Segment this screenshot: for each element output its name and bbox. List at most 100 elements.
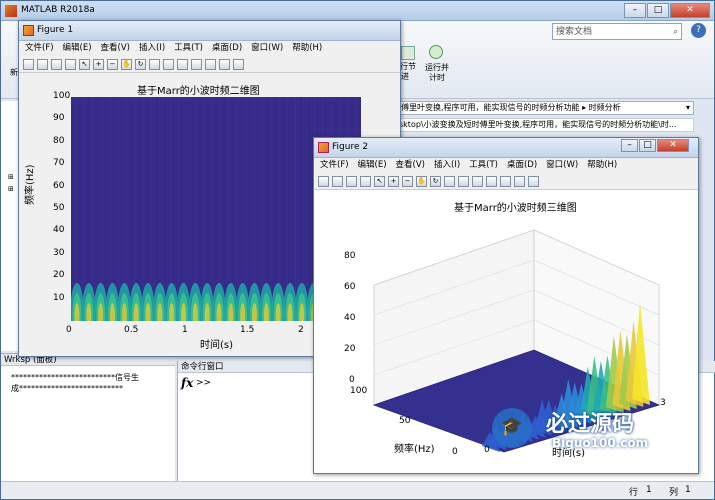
spectrogram-stripe xyxy=(201,97,202,321)
maximize-icon[interactable]: □ xyxy=(639,139,656,152)
spectrogram-stripe xyxy=(95,97,96,321)
rotate-icon[interactable]: ↻ xyxy=(430,175,441,187)
menu-help[interactable]: 帮助(H) xyxy=(292,41,322,56)
save-icon[interactable] xyxy=(346,175,357,187)
figure-icon xyxy=(23,25,34,36)
menu-insert[interactable]: 插入(I) xyxy=(139,41,165,56)
ribbon-new-label[interactable]: 新 xyxy=(10,67,18,78)
brush-icon[interactable] xyxy=(163,58,174,70)
matlab-title-bar: MATLAB R2018a – □ ✕ xyxy=(1,1,714,21)
data-cursor-icon[interactable] xyxy=(444,175,455,187)
spectrogram-stripe xyxy=(295,97,296,321)
spectrogram-stripe xyxy=(247,97,248,321)
zoom-in-icon[interactable]: + xyxy=(388,175,399,187)
menu-tools[interactable]: 工具(T) xyxy=(469,158,498,173)
y-axis-label: 频率(Hz) xyxy=(25,164,36,205)
link-icon[interactable] xyxy=(472,175,483,187)
show-plot-tools-icon[interactable] xyxy=(233,58,244,70)
workspace-panel: Wrksp (面板) **************************信号生… xyxy=(1,353,175,481)
spectrogram-stripe xyxy=(297,97,298,321)
spectrogram-stripe xyxy=(285,97,286,321)
advance-button[interactable]: 进 xyxy=(401,71,409,82)
new-figure-icon[interactable] xyxy=(23,58,34,70)
matlab-window-controls: – □ ✕ xyxy=(623,3,710,18)
z-tick-label: 40 xyxy=(344,313,356,323)
rotate-icon[interactable]: ↻ xyxy=(135,58,146,70)
run-section-icon[interactable] xyxy=(401,46,415,60)
search-icon[interactable]: ⌕ xyxy=(673,24,678,40)
hide-plot-tools-icon[interactable] xyxy=(514,175,525,187)
link-icon[interactable] xyxy=(177,58,188,70)
maximize-icon[interactable]: □ xyxy=(647,3,669,18)
legend-icon[interactable] xyxy=(500,175,511,187)
colorbar-icon[interactable] xyxy=(486,175,497,187)
y-tick-label: 30 xyxy=(53,247,65,258)
figure-icon xyxy=(318,142,329,153)
save-icon[interactable] xyxy=(51,58,62,70)
open-icon[interactable] xyxy=(332,175,343,187)
tree-expand-icon[interactable]: ⊞ xyxy=(8,173,14,181)
minimize-icon[interactable]: – xyxy=(621,139,638,152)
figure2-title-bar: Figure 2 – □ ✕ xyxy=(314,138,698,158)
spectrogram-stripe xyxy=(119,97,120,321)
menu-edit[interactable]: 编辑(E) xyxy=(63,41,92,56)
spectrogram-stripe xyxy=(249,97,250,321)
pan-icon[interactable]: ✋ xyxy=(416,175,427,187)
print-icon[interactable] xyxy=(360,175,371,187)
spectrogram-stripe xyxy=(237,97,238,321)
menu-edit[interactable]: 编辑(E) xyxy=(358,158,387,173)
run-time-icon[interactable] xyxy=(429,45,443,59)
show-plot-tools-icon[interactable] xyxy=(528,175,539,187)
spectrogram-stripe xyxy=(131,97,132,321)
minimize-icon[interactable]: – xyxy=(624,3,646,18)
y-tick-label: 70 xyxy=(53,158,65,169)
brush-icon[interactable] xyxy=(458,175,469,187)
menu-view[interactable]: 查看(V) xyxy=(101,41,130,56)
new-figure-icon[interactable] xyxy=(318,175,329,187)
pan-icon[interactable]: ✋ xyxy=(121,58,132,70)
menu-window[interactable]: 窗口(W) xyxy=(251,41,283,56)
legend-icon[interactable] xyxy=(205,58,216,70)
spectrogram-stripe xyxy=(71,97,72,321)
zoom-out-icon[interactable]: − xyxy=(402,175,413,187)
spectrogram-stripe xyxy=(129,97,130,321)
menu-window[interactable]: 窗口(W) xyxy=(546,158,578,173)
open-icon[interactable] xyxy=(37,58,48,70)
zoom-in-icon[interactable]: + xyxy=(93,58,104,70)
address-bar[interactable]: 傅里叶变换,程序可用，能实现信号的时频分析功能 ▸ 时频分析 ▾ xyxy=(398,101,694,115)
y-axis-label: 频率(Hz) xyxy=(394,444,435,455)
run-and-time-button[interactable]: 运行并 计时 xyxy=(425,63,449,83)
data-cursor-icon[interactable] xyxy=(149,58,160,70)
hide-plot-tools-icon[interactable] xyxy=(219,58,230,70)
menu-desktop[interactable]: 桌面(D) xyxy=(507,158,537,173)
x-tick-label: 0.5 xyxy=(124,325,139,335)
help-icon[interactable]: ? xyxy=(691,23,706,38)
menu-desktop[interactable]: 桌面(D) xyxy=(212,41,242,56)
search-documentation-input[interactable]: 搜索文档 ⌕ xyxy=(552,23,682,40)
tree-expand-icon[interactable]: ⊞ xyxy=(8,185,14,193)
matlab-logo-icon xyxy=(5,5,17,17)
spectrogram-stripe xyxy=(189,97,190,321)
pointer-icon[interactable]: ↖ xyxy=(79,58,90,70)
spectrogram-stripe xyxy=(283,97,284,321)
menu-tools[interactable]: 工具(T) xyxy=(174,41,203,56)
close-icon[interactable]: ✕ xyxy=(657,139,689,152)
spectrogram-stripe xyxy=(273,97,274,321)
menu-help[interactable]: 帮助(H) xyxy=(587,158,617,173)
matlab-title: MATLAB R2018a xyxy=(21,5,95,15)
spectrogram-stripe xyxy=(187,97,188,321)
menu-insert[interactable]: 插入(I) xyxy=(434,158,460,173)
y-tick-label: 100 xyxy=(53,91,71,101)
menu-file[interactable]: 文件(F) xyxy=(25,41,54,56)
close-icon[interactable]: ✕ xyxy=(670,3,710,18)
menu-view[interactable]: 查看(V) xyxy=(396,158,425,173)
zoom-out-icon[interactable]: − xyxy=(107,58,118,70)
spectrogram-stripe xyxy=(211,97,212,321)
menu-file[interactable]: 文件(F) xyxy=(320,158,349,173)
colorbar-icon[interactable] xyxy=(191,58,202,70)
pointer-icon[interactable]: ↖ xyxy=(374,175,385,187)
print-icon[interactable] xyxy=(65,58,76,70)
spectrogram-stripe xyxy=(83,97,84,321)
chevron-down-icon[interactable]: ▾ xyxy=(686,102,690,114)
y-tick-label: 90 xyxy=(53,113,65,124)
